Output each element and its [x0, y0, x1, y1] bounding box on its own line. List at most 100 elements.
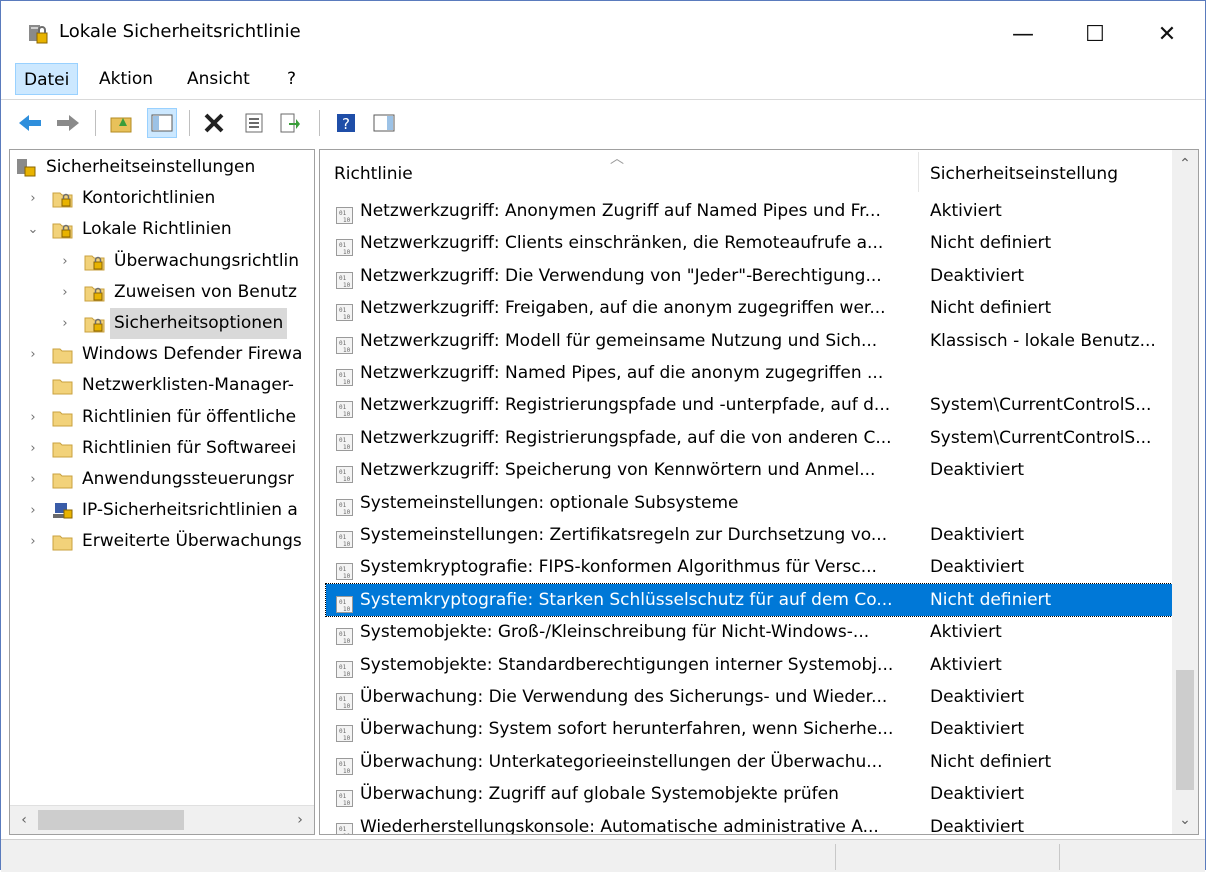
maximize-button[interactable]: ☐	[1067, 11, 1123, 57]
svg-text:01: 01	[339, 793, 347, 800]
close-button[interactable]: ✕	[1139, 11, 1195, 57]
svg-text:10: 10	[343, 735, 351, 742]
delete-icon[interactable]	[199, 108, 229, 138]
security-settings-icon	[16, 158, 38, 178]
policy-row[interactable]: 01 10 Überwachung: Die Verwendung des Sich…	[326, 681, 1172, 713]
policy-row[interactable]: 01 10 Überwachung: Unterkategorieeinstellu…	[326, 746, 1172, 778]
expand-icon[interactable]: ›	[26, 526, 40, 557]
policy-icon: 0110	[336, 268, 353, 289]
svg-text:01: 01	[339, 210, 347, 217]
svg-text:01: 01	[339, 664, 347, 671]
folder-icon	[52, 470, 74, 490]
tree-item-label: Sicherheitsoptionen	[110, 308, 288, 339]
help-icon[interactable]: ?	[331, 108, 361, 138]
expand-icon[interactable]: ›	[26, 495, 40, 526]
menu-ansicht[interactable]: Ansicht	[179, 63, 258, 95]
svg-text:01: 01	[339, 372, 347, 379]
up-folder-icon[interactable]	[107, 108, 137, 138]
policy-row[interactable]: 01 10 Netzwerkzugriff: Registrierungspfade…	[326, 389, 1172, 421]
svg-text:10: 10	[343, 347, 351, 354]
policy-row[interactable]: 01 10 Systemobjekte: Groß-/Kleinschreibung…	[326, 616, 1172, 648]
svg-text:10: 10	[343, 768, 351, 775]
expand-icon[interactable]: ›	[26, 339, 40, 370]
scrollbar-thumb[interactable]	[38, 810, 184, 830]
properties-icon[interactable]	[239, 108, 269, 138]
expand-icon[interactable]: ›	[58, 308, 72, 339]
policy-row[interactable]: 01 10 Netzwerkzugriff: Speicherung von Ken…	[326, 454, 1172, 486]
policy-icon: 0110	[336, 624, 353, 646]
scroll-up-icon[interactable]: ⌃	[1172, 150, 1198, 178]
show-hide-tree-icon[interactable]	[147, 108, 177, 138]
svg-text:01: 01	[339, 502, 347, 509]
policy-name: Überwachung: Zugriff auf globale Systemo…	[360, 784, 839, 805]
policy-setting: Deaktiviert	[930, 460, 1025, 481]
svg-text:10: 10	[343, 314, 351, 321]
policy-icon: 0110	[336, 819, 353, 834]
policy-row[interactable]: 01 10 Netzwerkzugriff: Registrierungspfade…	[326, 422, 1172, 454]
policy-row[interactable]: 01 10 Systemkryptografie: FIPS-konformen A…	[326, 551, 1172, 583]
policy-row[interactable]: 01 10 Netzwerkzugriff: Freigaben, auf die …	[326, 292, 1172, 324]
column-setting[interactable]: Sicherheitseinstellung	[930, 150, 1118, 194]
policy-setting: Nicht definiert	[930, 233, 1052, 254]
menu-help[interactable]: ?	[279, 63, 304, 95]
expand-icon[interactable]: ›	[58, 277, 72, 308]
forward-icon[interactable]	[53, 108, 83, 138]
tree-item-label: Windows Defender Firewa	[82, 344, 303, 365]
policy-row[interactable]: 01 10 Netzwerkzugriff: Modell für gemeinsa…	[326, 325, 1172, 357]
policy-row[interactable]: 01 10 Netzwerkzugriff: Anonymen Zugriff au…	[326, 195, 1172, 227]
policy-setting: Deaktiviert	[930, 784, 1025, 805]
policy-row[interactable]: 01 10 Überwachung: Zugriff auf globale Sys…	[326, 778, 1172, 810]
scroll-down-icon[interactable]: ⌄	[1172, 806, 1198, 834]
svg-text:01: 01	[339, 566, 347, 573]
policy-row[interactable]: 01 10 Netzwerkzugriff: Clients einschränke…	[326, 227, 1172, 259]
back-icon[interactable]	[15, 108, 45, 138]
policy-row[interactable]: 01 10 Systemeinstellungen: optionale Subsy…	[326, 487, 1172, 519]
scroll-right-icon[interactable]: ›	[286, 806, 314, 834]
policy-name: Netzwerkzugriff: Anonymen Zugriff auf Na…	[360, 201, 881, 221]
policy-name: Netzwerkzugriff: Registrierungspfade und…	[360, 395, 891, 416]
policy-setting: Aktiviert	[930, 201, 1002, 221]
menu-aktion[interactable]: Aktion	[91, 63, 161, 95]
policy-icon: 0110	[336, 559, 353, 581]
policy-name: Systemkryptografie: FIPS-konformen Algor…	[360, 557, 877, 578]
folder-lock-icon	[52, 189, 74, 209]
policy-icon: 0110	[336, 495, 353, 516]
expand-icon[interactable]: ›	[26, 402, 40, 433]
show-hide-action-pane-icon[interactable]	[369, 108, 399, 138]
svg-text:01: 01	[339, 404, 347, 411]
toolbar-separator	[95, 110, 96, 136]
expand-icon[interactable]: ›	[26, 183, 40, 214]
policy-row[interactable]: 01 10 Netzwerkzugriff: Die Verwendung von …	[326, 260, 1172, 292]
tree-item-label: Sicherheitseinstellungen	[46, 157, 256, 177]
policy-setting: Deaktiviert	[930, 557, 1025, 578]
export-list-icon[interactable]	[275, 108, 305, 138]
status-separator	[1059, 844, 1060, 870]
column-divider[interactable]	[918, 152, 919, 192]
vertical-scrollbar[interactable]: ⌃ ⌄	[1172, 150, 1198, 834]
svg-text:10: 10	[343, 217, 351, 224]
menu-datei[interactable]: Datei	[15, 63, 79, 95]
policy-name: Netzwerkzugriff: Freigaben, auf die anon…	[360, 298, 886, 319]
collapse-icon[interactable]: ⌄	[26, 214, 40, 245]
policy-row[interactable]: 01 10 Systemeinstellungen: Zertifikatsrege…	[326, 519, 1172, 551]
scroll-left-icon[interactable]: ‹	[10, 806, 38, 834]
policy-row[interactable]: 01 10 Überwachung: System sofort herunterf…	[326, 713, 1172, 745]
policy-row[interactable]: 01 10 Systemkryptografie: Starken Schlüsse…	[325, 582, 1173, 617]
tree-item-label: Zuweisen von Benutz	[114, 281, 297, 302]
horizontal-scrollbar[interactable]: ‹ ›	[10, 805, 314, 834]
scrollbar-thumb[interactable]	[1176, 670, 1194, 790]
svg-text:01: 01	[339, 469, 347, 476]
svg-text:01: 01	[339, 242, 347, 249]
policy-row[interactable]: 0110 Wiederherstellungskonsole: Automatis…	[326, 811, 1172, 835]
column-policy[interactable]: Richtlinie	[334, 150, 413, 194]
minimize-button[interactable]: —	[995, 11, 1051, 57]
tree-item-label: Überwachungsrichtlin	[114, 250, 300, 271]
policy-row[interactable]: 01 10 Systemobjekte: Standardberechtigunge…	[326, 649, 1172, 681]
policy-row[interactable]: 01 10 Netzwerkzugriff: Named Pipes, auf di…	[326, 357, 1172, 389]
policy-icon: 0110	[336, 365, 353, 386]
expand-icon[interactable]: ›	[58, 246, 72, 277]
folder-icon	[52, 408, 74, 428]
expand-icon[interactable]: ›	[26, 433, 40, 464]
policy-setting: Deaktiviert	[930, 816, 1025, 835]
expand-icon[interactable]: ›	[26, 464, 40, 495]
